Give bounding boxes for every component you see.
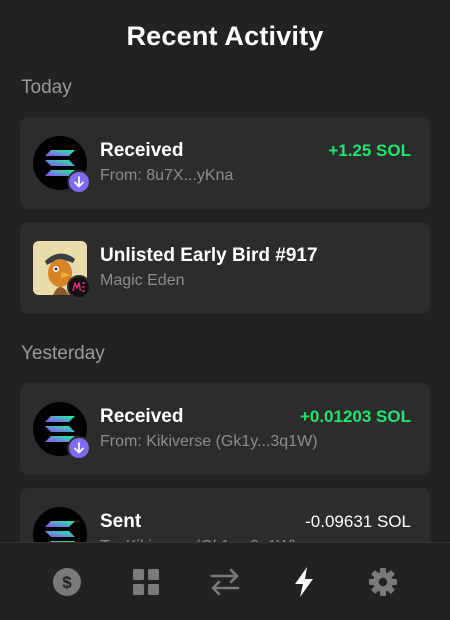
bolt-icon [294, 566, 313, 597]
section-yesterday: Yesterday [21, 343, 105, 364]
arrow-down-icon [67, 436, 91, 460]
header: Recent Activity [0, 0, 450, 72]
magic-eden-icon [67, 275, 91, 299]
tab-activity[interactable] [284, 562, 324, 602]
avatar [33, 241, 91, 299]
dollar-icon: $ [53, 567, 82, 596]
activity-title: Unlisted Early Bird #917 [100, 245, 318, 266]
activity-subtitle: From: 8u7X...yKna [100, 167, 234, 184]
tab-settings[interactable] [363, 562, 403, 602]
gear-icon [368, 567, 397, 596]
tab-swap[interactable] [205, 562, 245, 602]
tab-bar: $ [0, 542, 450, 620]
activity-subtitle: Magic Eden [100, 272, 185, 289]
page-title: Recent Activity [126, 20, 324, 51]
activity-amount: +0.01203 SOL [299, 407, 411, 426]
avatar [33, 402, 91, 460]
section-today: Today [21, 77, 72, 98]
activity-subtitle: From: Kikiverse (Gk1y...3q1W) [100, 433, 318, 450]
activity-item-received-1[interactable]: Received From: 8u7X...yKna +1.25 SOL [20, 117, 430, 209]
arrow-down-icon [67, 170, 91, 194]
tab-collectibles[interactable] [126, 562, 166, 602]
activity-title: Received [100, 140, 184, 161]
activity-item-received-2[interactable]: Received From: Kikiverse (Gk1y...3q1W) +… [20, 383, 430, 475]
svg-text:$: $ [63, 573, 73, 592]
activity-amount: -0.09631 SOL [305, 512, 411, 531]
tab-wallet[interactable]: $ [47, 562, 87, 602]
activity-item-nft[interactable]: Unlisted Early Bird #917 Magic Eden [20, 222, 430, 314]
grid-icon [133, 568, 160, 595]
activity-title: Received [100, 406, 184, 427]
activity-amount: +1.25 SOL [328, 141, 411, 160]
swap-icon [210, 568, 240, 595]
avatar [33, 136, 91, 194]
activity-title: Sent [100, 511, 142, 532]
